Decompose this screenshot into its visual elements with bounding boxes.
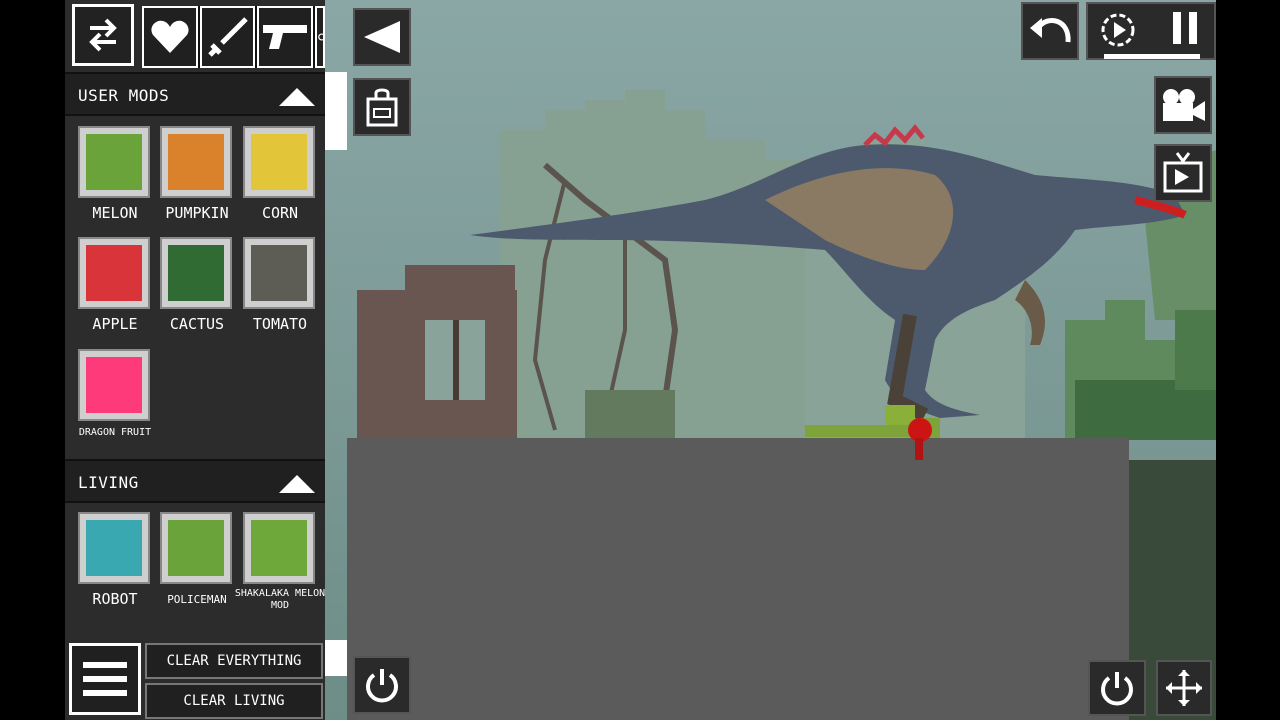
- spawn-item-robot[interactable]: ROBOT: [66, 512, 150, 620]
- video-camera-icon: [1163, 89, 1205, 121]
- cactus-icon: [168, 245, 224, 301]
- corn-icon: [251, 134, 307, 190]
- power-button-left[interactable]: [353, 656, 411, 714]
- pause-icon[interactable]: [1170, 10, 1200, 46]
- tv-icon: [1163, 152, 1203, 193]
- sword-icon: [207, 17, 248, 57]
- section-title: USER MODS: [78, 86, 170, 105]
- apple-icon: [86, 245, 142, 301]
- power-icon: [366, 669, 398, 703]
- sidebar-scrollbar[interactable]: [325, 72, 347, 150]
- spawn-item-shakalaka-melon[interactable]: SHAKALAKA MELON MOD: [231, 512, 325, 620]
- spawn-item-apple[interactable]: APPLE: [66, 237, 150, 345]
- spawn-item-melon[interactable]: MELON: [66, 126, 150, 234]
- section-title: LIVING: [78, 473, 139, 492]
- spawn-item-dragon-fruit[interactable]: DRAGON FRUIT: [66, 349, 151, 457]
- swap-arrows-icon: [89, 18, 117, 52]
- category-bar: [142, 6, 326, 68]
- category-explosives[interactable]: [315, 6, 326, 68]
- undo-icon: [1030, 17, 1071, 43]
- tomato-icon: [251, 245, 307, 301]
- swap-button[interactable]: [72, 4, 134, 66]
- ground-platform: [347, 438, 1129, 720]
- move-tool-button[interactable]: [1156, 660, 1212, 716]
- tv-button[interactable]: [1154, 144, 1212, 202]
- clear-everything-button[interactable]: CLEAR EVERYTHING: [145, 643, 323, 679]
- playback-controls: [1086, 2, 1216, 60]
- spawn-item-cactus[interactable]: CACTUS: [148, 237, 232, 345]
- main-menu-button[interactable]: [69, 643, 141, 715]
- heart-icon: [151, 20, 189, 54]
- pumpkin-icon: [168, 134, 224, 190]
- section-header-living[interactable]: LIVING: [65, 459, 325, 503]
- time-scale-slider[interactable]: [1104, 54, 1200, 59]
- triangle-left-icon: [364, 21, 400, 53]
- chevron-up-icon[interactable]: [277, 469, 317, 497]
- sidebar-scrollbar-thumb[interactable]: [325, 640, 347, 676]
- spawn-item-corn[interactable]: CORN: [231, 126, 315, 234]
- shakalaka-melon-icon: [251, 520, 307, 576]
- spawn-item-policeman[interactable]: POLICEMAN: [148, 512, 232, 620]
- category-firearms[interactable]: [257, 6, 314, 68]
- shop-button[interactable]: [353, 78, 411, 136]
- melon-icon: [86, 134, 142, 190]
- camera-button[interactable]: [1154, 76, 1212, 134]
- spawn-item-tomato[interactable]: TOMATO: [231, 237, 315, 345]
- shopping-bag-icon: [366, 88, 398, 127]
- robot-icon: [86, 520, 142, 576]
- clear-living-button[interactable]: CLEAR LIVING: [145, 683, 323, 719]
- pistol-icon: [263, 25, 308, 49]
- power-icon: [1101, 672, 1133, 706]
- dragon-fruit-icon: [86, 357, 142, 413]
- category-melee[interactable]: [199, 6, 256, 68]
- section-header-user-mods[interactable]: USER MODS: [65, 72, 325, 116]
- chevron-up-icon[interactable]: [277, 82, 317, 110]
- explosive-icon: [318, 33, 324, 41]
- power-button-right[interactable]: [1088, 660, 1146, 716]
- undo-button[interactable]: [1021, 2, 1079, 60]
- collapse-sidebar-button[interactable]: [353, 8, 411, 66]
- slow-motion-icon[interactable]: [1098, 10, 1138, 50]
- move-arrows-icon: [1166, 670, 1202, 706]
- category-living[interactable]: [142, 6, 198, 68]
- spawn-sidebar: USER MODS MELON PUMPKIN CORN APPLE CACTU…: [65, 0, 347, 720]
- spawn-item-pumpkin[interactable]: PUMPKIN: [148, 126, 232, 234]
- policeman-icon: [168, 520, 224, 576]
